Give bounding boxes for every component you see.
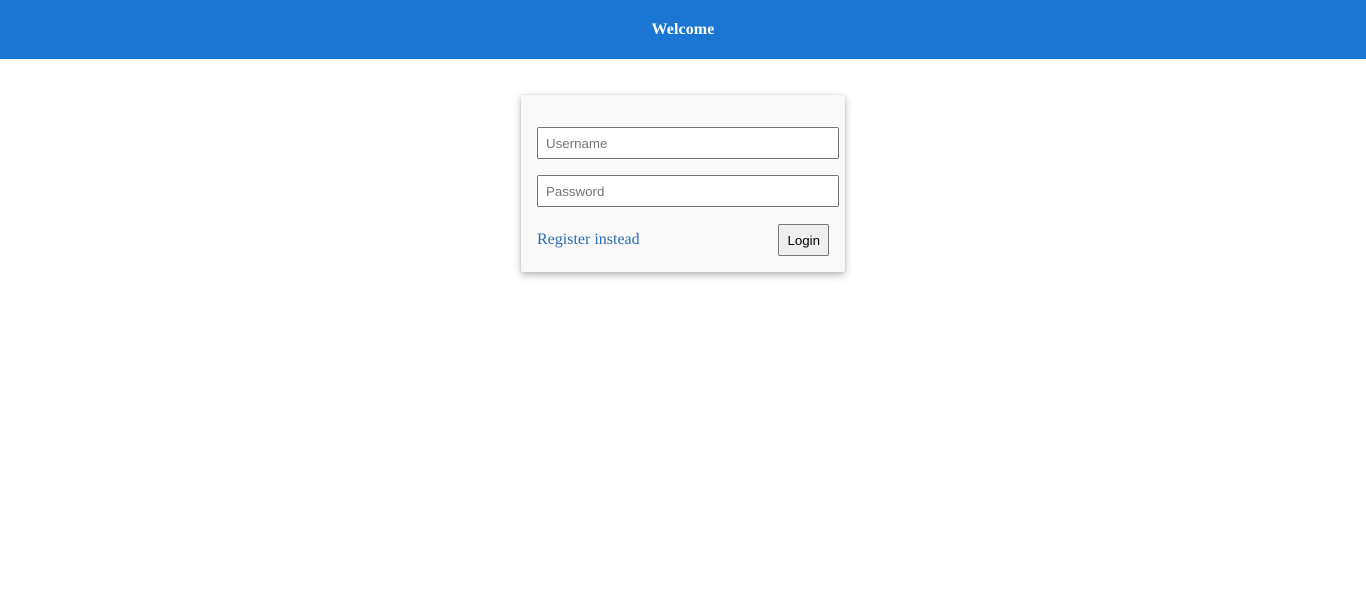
login-actions: Register instead Login (537, 224, 829, 256)
username-input[interactable] (537, 127, 839, 159)
register-instead-link[interactable]: Register instead (537, 231, 640, 249)
login-button[interactable]: Login (778, 224, 829, 256)
login-card: Register instead Login (521, 95, 845, 272)
page-title: Welcome (651, 20, 715, 38)
password-input[interactable] (537, 175, 839, 207)
header-bar: Welcome (0, 0, 1366, 59)
